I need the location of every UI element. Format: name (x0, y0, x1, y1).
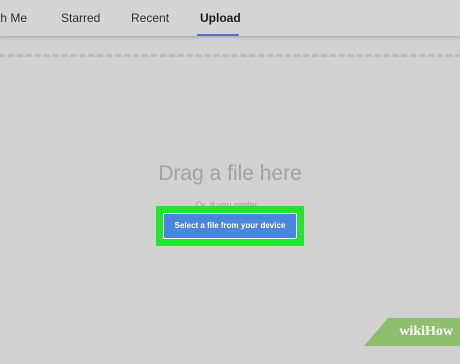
select-file-button[interactable]: Select a file from your device (163, 213, 297, 239)
highlight-box: Select a file from your device (156, 206, 304, 246)
watermark-text: wikiHow (399, 324, 453, 339)
tab-upload[interactable]: Upload (200, 0, 241, 36)
active-tab-indicator (197, 34, 239, 36)
tab-bar: th Me Starred Recent Upload (0, 0, 460, 36)
drag-file-heading: Drag a file here (158, 162, 302, 185)
tab-starred[interactable]: Starred (61, 0, 100, 36)
tab-recent[interactable]: Recent (131, 0, 169, 36)
tab-shared-with-me[interactable]: th Me (0, 0, 27, 36)
